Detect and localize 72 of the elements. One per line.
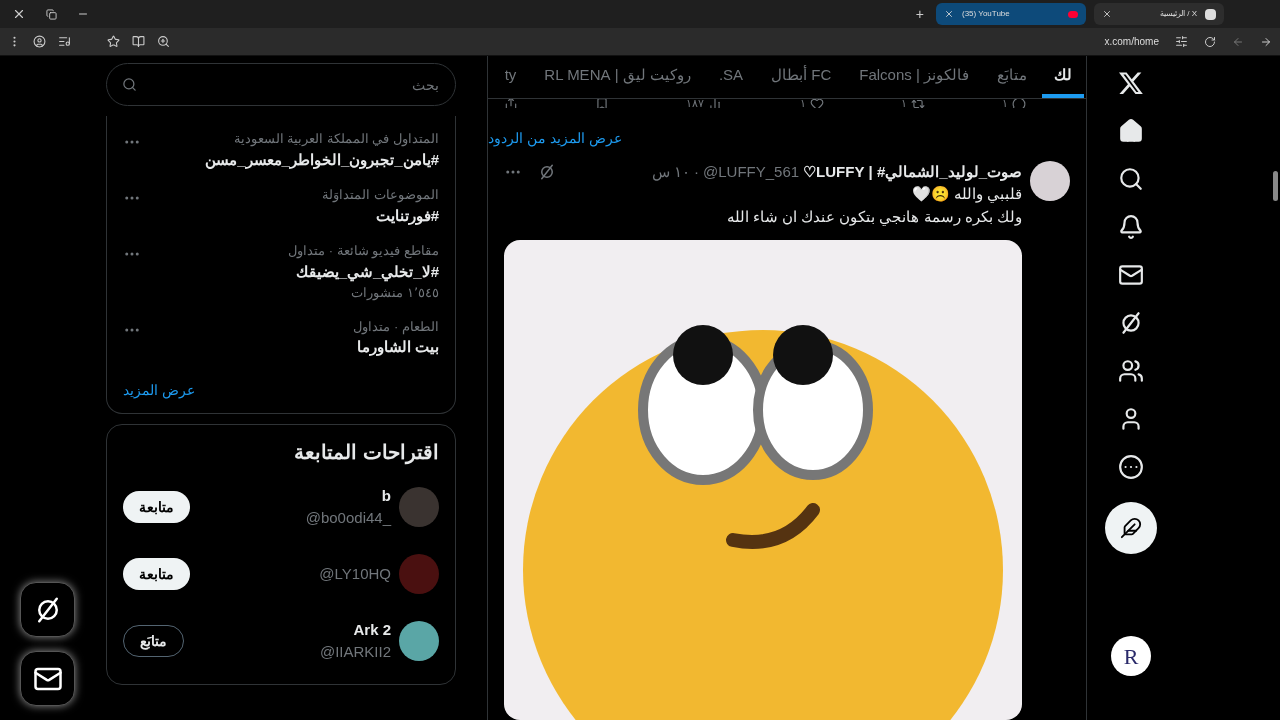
messages-icon[interactable] bbox=[1118, 262, 1144, 288]
follow-button[interactable]: متابعة bbox=[123, 491, 190, 523]
compose-button[interactable] bbox=[1105, 502, 1157, 554]
panel-title: اقتراحات المتابعة bbox=[294, 439, 439, 467]
trend-title[interactable]: #يامن_تجبرون_الخواطر_معسر_مسن bbox=[205, 148, 439, 171]
close-window-icon[interactable] bbox=[12, 7, 26, 21]
user-handle: @LY10HQ bbox=[319, 563, 391, 584]
account-avatar[interactable]: R bbox=[1111, 636, 1151, 676]
timeline-tab[interactable]: ty bbox=[491, 56, 530, 99]
action-count: ١ bbox=[799, 99, 806, 108]
author-handle[interactable]: @LUFFY_561 bbox=[703, 160, 800, 183]
forward-icon[interactable] bbox=[1260, 35, 1272, 48]
action-count: ١ bbox=[1002, 99, 1008, 108]
home-icon[interactable] bbox=[1118, 118, 1144, 144]
browser-tab[interactable]: (35) YouTube bbox=[936, 3, 1086, 25]
trend-post-count: ١٬٥٤٥ منشورات bbox=[350, 284, 439, 303]
address-bar[interactable]: x.com/home bbox=[1104, 34, 1159, 49]
messages-button[interactable] bbox=[20, 651, 75, 706]
user-handle: @bo0odi44_ bbox=[305, 508, 391, 528]
tab-title: (35) YouTube bbox=[961, 8, 1011, 20]
author-name[interactable]: صوت_لوليد_الشمالي# | LUFFY♡ bbox=[803, 160, 1022, 183]
search-icon[interactable] bbox=[1118, 166, 1144, 192]
search-field[interactable]: بحث bbox=[106, 63, 456, 106]
grok-button[interactable] bbox=[20, 582, 75, 637]
trend-title[interactable]: #فورتنايت bbox=[322, 204, 439, 227]
reload-icon[interactable] bbox=[1204, 35, 1216, 48]
post-text: قلببي والله ☹🤍 bbox=[910, 184, 1022, 205]
user-handle: @IIARKII2 bbox=[319, 642, 391, 662]
trend-title[interactable]: #لا_تخلي_شي_يضيقك bbox=[288, 260, 439, 283]
action-count: ١٨٧ bbox=[686, 99, 705, 108]
action-count: ١ bbox=[900, 99, 907, 108]
profile-icon[interactable] bbox=[33, 35, 46, 48]
timeline-tab[interactable]: فالكونز | Falcons bbox=[846, 56, 982, 99]
timeline-tab[interactable]: FC أبطال bbox=[758, 56, 845, 99]
trend-context: مقاطع فيديو شائعة · متداول bbox=[288, 242, 439, 261]
trend-context: الموضوعات المتداوَلة bbox=[322, 186, 439, 205]
restore-window-icon[interactable] bbox=[46, 8, 57, 20]
timeline-tab[interactable]: SA. bbox=[705, 56, 757, 99]
reading-icon[interactable] bbox=[132, 35, 145, 48]
scrollbar-thumb[interactable] bbox=[1273, 171, 1278, 201]
notifications-icon[interactable] bbox=[1118, 214, 1144, 240]
user-name: Ark 2 bbox=[353, 619, 391, 640]
new-tab-button[interactable]: + bbox=[911, 3, 928, 25]
browser-tab[interactable]: X / الرئيسية bbox=[1094, 3, 1224, 25]
site-settings-icon[interactable] bbox=[1175, 35, 1188, 48]
zoom-icon[interactable] bbox=[157, 35, 170, 48]
user-name: b bbox=[381, 485, 391, 506]
search-icon bbox=[122, 77, 137, 92]
more-icon[interactable] bbox=[1118, 454, 1144, 480]
bookmark-star-icon[interactable] bbox=[107, 35, 120, 48]
timeline-tab[interactable]: روكيت ليق | RL MENA bbox=[531, 56, 704, 99]
feather-icon bbox=[1120, 517, 1142, 539]
communities-icon[interactable] bbox=[1118, 358, 1144, 384]
x-logo[interactable] bbox=[1118, 70, 1144, 96]
show-more-replies-link[interactable]: عرض المزيد من الردود bbox=[488, 127, 622, 149]
avatar-placeholder[interactable] bbox=[399, 621, 439, 661]
post-text: ولك بكره رسمة هانجي بتكون عندك ان شاء الله bbox=[725, 206, 1022, 228]
timeline-tab[interactable]: لك bbox=[1042, 56, 1084, 99]
timeline-tab[interactable]: متابَع bbox=[984, 56, 1040, 99]
close-tab-icon[interactable] bbox=[1102, 9, 1112, 19]
media-list-icon[interactable] bbox=[58, 35, 71, 48]
youtube-icon bbox=[1068, 10, 1078, 18]
trend-context: الطعام · متداول bbox=[353, 317, 439, 336]
tab-title: X / الرئيسية bbox=[1159, 8, 1198, 20]
close-tab-icon[interactable] bbox=[944, 9, 954, 19]
avatar-placeholder[interactable] bbox=[1030, 160, 1070, 201]
show-more-link[interactable]: عرض المزيد bbox=[107, 365, 211, 401]
separator-dot: · bbox=[694, 161, 699, 182]
post-time: ١٠ س bbox=[651, 161, 690, 183]
trend-title[interactable]: بيت الشاورما bbox=[353, 336, 439, 359]
trend-context: المتداول في المملكة العربية السعودية bbox=[232, 130, 439, 149]
follow-button[interactable]: متابعة bbox=[123, 558, 190, 590]
